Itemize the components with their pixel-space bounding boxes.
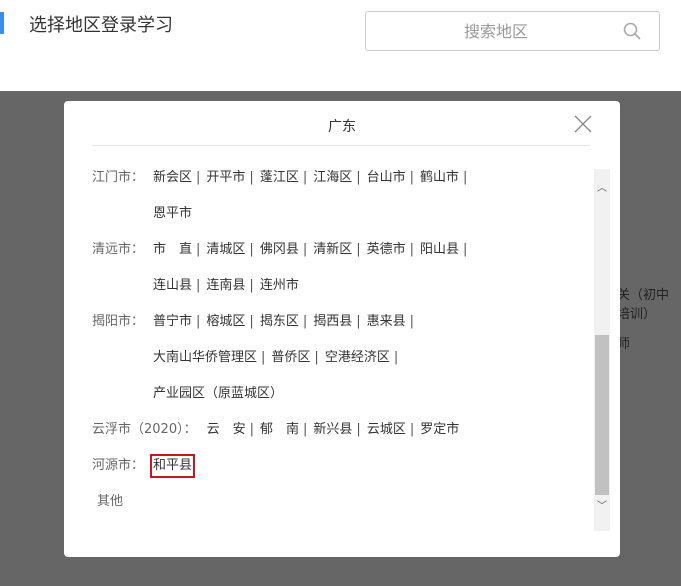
district-link[interactable]: 云 安 <box>207 421 246 439</box>
separator: | <box>409 422 415 437</box>
scrollbar[interactable]: ︿ ﹀ <box>594 169 610 531</box>
separator: | <box>393 350 399 365</box>
district-list: 云 安 | 郁 南 | 新兴县 | 云城区 | 罗定市 <box>207 421 460 439</box>
district-link[interactable]: 佛冈县 <box>260 241 299 259</box>
modal-title: 广东 <box>328 119 356 135</box>
region-row: 云浮市（2020）：云 安 | 郁 南 | 新兴县 | 云城区 | 罗定市 <box>84 421 594 457</box>
page-title: 选择地区登录学习 <box>29 15 173 36</box>
region-row: 连山县 | 连南县 | 连州市 <box>84 277 594 313</box>
district-link[interactable]: 江海区 <box>313 169 352 187</box>
district-link[interactable]: 揭西县 <box>313 313 352 331</box>
header: 选择地区登录学习 <box>0 0 681 91</box>
scroll-down-icon[interactable]: ﹀ <box>594 499 610 515</box>
district-list: 和平县 <box>149 454 196 478</box>
region-row: 江门市： 新会区 | 开平市 | 蓬江区 | 江海区 | 台山市 | 鹤山市 | <box>84 169 594 205</box>
separator: | <box>249 242 254 257</box>
close-icon[interactable] <box>574 115 592 133</box>
district-link[interactable]: 惠来县 <box>367 313 406 331</box>
district-link[interactable]: 蓬江区 <box>260 169 299 187</box>
region-other[interactable]: 其他 <box>84 493 123 511</box>
district-link[interactable]: 产业园区（原蓝城区） <box>153 385 283 403</box>
district-link[interactable]: 市 直 <box>153 241 192 259</box>
district-list: 普宁市 | 榕城区 | 揭东区 | 揭西县 | 惠来县 | <box>153 313 420 331</box>
district-link[interactable]: 阳山县 <box>420 241 459 259</box>
district-link[interactable]: 新兴县 <box>313 421 352 439</box>
district-link[interactable]: 云城区 <box>367 421 406 439</box>
separator: | <box>302 170 308 185</box>
district-link[interactable]: 郁 南 <box>260 421 299 439</box>
separator: | <box>409 242 415 257</box>
district-link[interactable]: 连山县 <box>153 277 192 295</box>
search-box[interactable] <box>365 11 660 51</box>
separator: | <box>196 278 201 293</box>
district-list: 产业园区（原蓝城区） <box>153 385 283 403</box>
city-label: 江门市： <box>92 170 145 185</box>
separator: | <box>463 242 468 257</box>
district-link[interactable]: 连州市 <box>260 277 299 295</box>
separator: | <box>463 170 468 185</box>
search-icon[interactable] <box>623 22 641 40</box>
district-link[interactable]: 罗定市 <box>420 421 459 439</box>
district-link[interactable]: 英德市 <box>367 241 406 259</box>
separator: | <box>356 170 361 185</box>
district-link[interactable]: 清城区 <box>206 241 245 259</box>
separator: | <box>196 170 201 185</box>
separator: | <box>196 242 201 257</box>
separator: | <box>249 170 254 185</box>
district-link[interactable]: 清新区 <box>313 241 352 259</box>
region-row: 清远市：市 直 | 清城区 | 佛冈县 | 清新区 | 英德市 | 阳山县 | <box>84 241 594 277</box>
separator: | <box>302 242 308 257</box>
title-accent-bar <box>0 12 4 34</box>
district-link[interactable]: 鹤山市 <box>420 169 459 187</box>
region-list: 江门市： 新会区 | 开平市 | 蓬江区 | 江海区 | 台山市 | 鹤山市 | 恩平市 清远市：市 直 | 清… <box>84 169 594 537</box>
district-link[interactable]: 恩平市 <box>153 205 192 223</box>
separator: | <box>356 242 361 257</box>
scroll-up-icon[interactable]: ︿ <box>594 181 610 197</box>
district-list: 连山县 | 连南县 | 连州市 <box>153 277 299 295</box>
separator: | <box>314 350 319 365</box>
city-label: 云浮市（2020）： <box>92 422 197 437</box>
separator: | <box>356 314 361 329</box>
district-link[interactable]: 新会区 <box>153 169 192 187</box>
divider <box>92 145 590 146</box>
region-row: 河源市： 和平县 <box>84 454 594 493</box>
district-list: 大南山华侨管理区 | 普侨区 | 空港经济区 | <box>153 349 404 367</box>
separator: | <box>302 314 308 329</box>
city-label: 河源市： <box>92 458 145 473</box>
district-link[interactable]: 大南山华侨管理区 <box>153 349 257 367</box>
separator: | <box>356 422 361 437</box>
region-row: 产业园区（原蓝城区） <box>84 385 594 421</box>
city-label: 揭阳市： <box>92 314 145 329</box>
region-row: 揭阳市： 普宁市 | 榕城区 | 揭东区 | 揭西县 | 惠来县 | <box>84 313 594 349</box>
separator: | <box>249 278 254 293</box>
district-link[interactable]: 榕城区 <box>206 313 245 331</box>
district-list: 恩平市 <box>153 205 192 223</box>
separator: | <box>249 422 254 437</box>
separator: | <box>409 170 415 185</box>
district-list: 新会区 | 开平市 | 蓬江区 | 江海区 | 台山市 | 鹤山市 | <box>153 169 473 187</box>
separator: | <box>249 314 254 329</box>
district-link[interactable]: 连南县 <box>206 277 245 295</box>
region-row: 恩平市 <box>84 205 594 241</box>
district-link[interactable]: 揭东区 <box>260 313 299 331</box>
district-link[interactable]: 和平县 <box>149 454 196 478</box>
scrollbar-thumb[interactable] <box>595 335 609 495</box>
district-link[interactable]: 普侨区 <box>271 349 310 367</box>
district-link[interactable]: 空港经济区 <box>325 349 390 367</box>
separator: | <box>261 350 266 365</box>
separator: | <box>409 314 415 329</box>
region-modal: 广东 江门市： 新会区 | 开平市 | 蓬江区 | 江海区 | 台山市 | 鹤山市 | 恩平市 清远市：市 … <box>64 101 620 557</box>
city-label: 清远市： <box>92 242 145 257</box>
district-link[interactable]: 普宁市 <box>153 313 192 331</box>
district-link[interactable]: 开平市 <box>206 169 245 187</box>
district-link[interactable]: 台山市 <box>367 169 406 187</box>
region-row: 其他 <box>84 493 594 529</box>
search-input[interactable] <box>366 12 606 50</box>
separator: | <box>196 314 201 329</box>
district-list: 市 直 | 清城区 | 佛冈县 | 清新区 | 英德市 | 阳山县 | <box>153 241 473 259</box>
region-row: 大南山华侨管理区 | 普侨区 | 空港经济区 | <box>84 349 594 385</box>
separator: | <box>303 422 308 437</box>
